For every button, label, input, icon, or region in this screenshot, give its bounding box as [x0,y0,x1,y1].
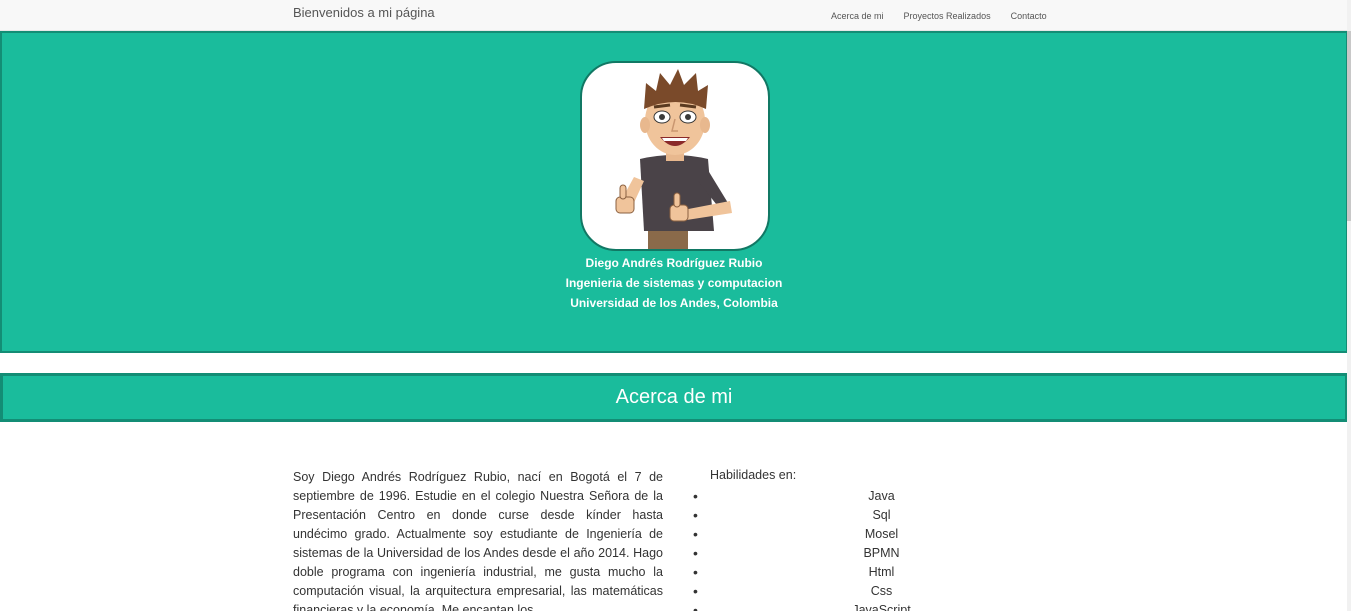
scrollbar[interactable] [1347,0,1351,611]
skill-item: Java [693,487,1070,506]
about-paragraph: Soy Diego Andrés Rodríguez Rubio, nací e… [293,470,663,611]
skills-list: Java Sql Mosel BPMN Html Css JavaScript [693,487,1070,611]
skills-title: Habilidades en: [710,468,797,482]
skill-item: BPMN [693,544,1070,563]
hero-section: Diego Andrés Rodríguez Rubio Ingenieria … [0,31,1348,353]
skill-item: Html [693,563,1070,582]
navbar-brand[interactable]: Bienvenidos a mi página [293,5,435,20]
about-section-header: Acerca de mi [0,373,1348,422]
avatar [580,61,770,251]
nav-link-proyectos[interactable]: Proyectos Realizados [894,11,1001,21]
avatar-cartoon-icon [615,69,732,249]
skill-item: Mosel [693,525,1070,544]
skill-item: Sql [693,506,1070,525]
skill-item: Css [693,582,1070,601]
scrollbar-thumb[interactable] [1347,31,1351,221]
section-title: Acerca de mi [615,386,733,408]
skill-item: JavaScript [693,601,1070,611]
nav-link-acerca[interactable]: Acerca de mi [821,11,894,21]
hero-university: Universidad de los Andes, Colombia [570,296,778,310]
top-navbar: Bienvenidos a mi página Acerca de mi Pro… [0,0,1351,31]
navbar-links: Acerca de mi Proyectos Realizados Contac… [821,0,1057,31]
nav-link-contacto[interactable]: Contacto [1001,11,1057,21]
hero-career: Ingenieria de sistemas y computacion [565,276,783,290]
hero-name: Diego Andrés Rodríguez Rubio [585,256,763,270]
